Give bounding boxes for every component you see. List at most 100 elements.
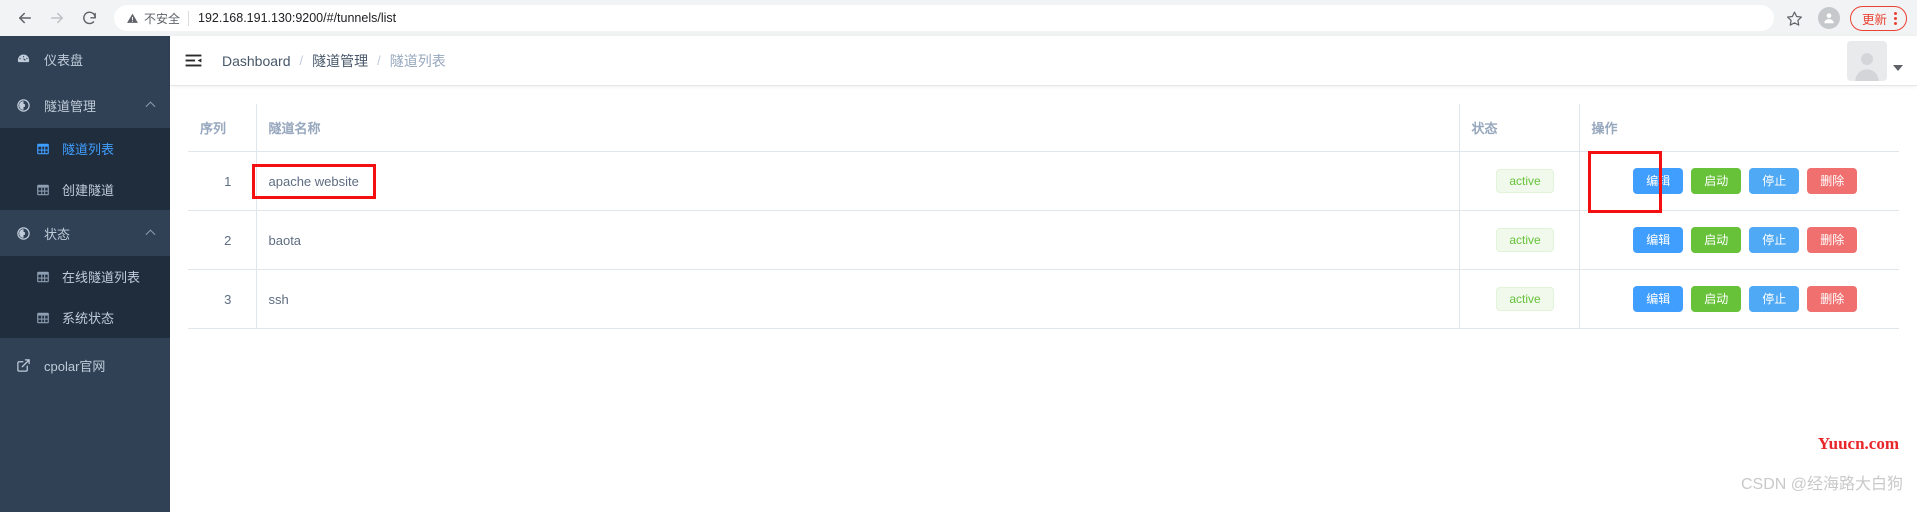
app-shell: 仪表盘 隧道管理 隧道列表 创建隧道 状态 在线隧道列表 系统状态 cpolar…: [0, 36, 1917, 512]
bookmark-star-button[interactable]: [1782, 5, 1808, 31]
sidebar-submenu-tunnel: 隧道列表 创建隧道: [0, 128, 170, 210]
tunnels-table-wrapper: 序列 隧道名称 状态 操作 1 apache website active 编辑…: [188, 104, 1899, 329]
delete-button[interactable]: 删除: [1807, 286, 1858, 312]
sidebar-item-dashboard[interactable]: 仪表盘: [0, 36, 170, 82]
sidebar-item-label: cpolar官网: [44, 358, 106, 374]
update-button[interactable]: 更新: [1849, 5, 1907, 31]
cell-status: active: [1458, 151, 1579, 211]
star-icon: [1787, 11, 1803, 26]
kebab-menu-icon[interactable]: [1894, 11, 1897, 25]
forward-button[interactable]: [42, 3, 72, 33]
browser-profile-button[interactable]: [1817, 7, 1840, 29]
column-header-name: 隧道名称: [255, 104, 1459, 152]
sidebar-item-label: 创建隧道: [62, 183, 115, 198]
operations-group: 编辑 启动 停止 删除: [1592, 286, 1900, 312]
profile-avatar-icon: [1824, 13, 1834, 24]
cell-operations: 编辑 启动 停止 删除: [1578, 151, 1899, 213]
stop-button[interactable]: 停止: [1749, 227, 1800, 253]
delete-button[interactable]: 删除: [1807, 168, 1858, 194]
cell-name: ssh: [255, 269, 1459, 329]
cell-name: baota: [255, 210, 1459, 270]
status-icon: [16, 226, 38, 241]
column-header-seq: 序列: [188, 104, 256, 152]
arrow-right-icon: [51, 12, 63, 24]
table-row: 1 apache website active 编辑 启动 停止 删除: [188, 151, 1899, 213]
sidebar-item-label: 隧道列表: [62, 142, 115, 157]
arrow-left-icon: [19, 12, 31, 24]
watermark-credit: CSDN @经海路大白狗: [1740, 476, 1903, 493]
grid-icon: [36, 142, 56, 156]
cell-status: active: [1458, 210, 1579, 270]
status-badge: active: [1496, 169, 1554, 193]
security-label: 不安全: [144, 11, 181, 26]
edit-button[interactable]: 编辑: [1633, 286, 1684, 312]
grid-icon: [36, 270, 56, 284]
chevron-up-icon: [145, 101, 156, 112]
breadcrumb-separator: /: [377, 53, 381, 68]
sidebar-item-cpolar-website[interactable]: cpolar官网: [0, 342, 170, 388]
topbar-right-group: [1847, 40, 1903, 81]
start-button[interactable]: 启动: [1691, 286, 1742, 312]
status-badge: active: [1496, 287, 1554, 311]
sidebar-item-tunnel-list[interactable]: 隧道列表: [0, 128, 170, 169]
breadcrumb-item-tunnel-management[interactable]: 隧道管理: [312, 51, 368, 71]
security-indicator[interactable]: 不安全: [126, 10, 180, 27]
sidebar-group-label: 隧道管理: [44, 98, 97, 114]
back-button[interactable]: [10, 3, 40, 33]
url-text: 192.168.191.130:9200/#/tunnels/list: [198, 11, 397, 25]
breadcrumb-item-dashboard[interactable]: Dashboard: [222, 53, 291, 69]
table-row: 3 ssh active 编辑 启动 停止 删除: [188, 269, 1900, 329]
cell-seq: 2: [188, 210, 256, 270]
browser-toolbar: 不安全 192.168.191.130:9200/#/tunnels/list …: [0, 0, 1917, 36]
reload-icon: [82, 11, 96, 24]
sidebar-item-create-tunnel[interactable]: 创建隧道: [0, 169, 170, 210]
cell-name: apache website: [251, 151, 1459, 211]
sidebar-item-system-status[interactable]: 系统状态: [0, 297, 170, 338]
column-header-status: 状态: [1458, 104, 1579, 152]
start-button[interactable]: 启动: [1691, 227, 1742, 253]
tunnels-table: 序列 隧道名称 状态 操作 1 apache website active 编辑…: [188, 104, 1899, 329]
reload-button[interactable]: [74, 3, 104, 33]
tunnel-name: ssh: [268, 291, 289, 307]
sidebar-group-label: 状态: [44, 226, 71, 242]
avatar[interactable]: [1847, 40, 1887, 81]
warning-triangle-icon: [127, 13, 138, 23]
sidebar-item-label: 系统状态: [62, 311, 115, 326]
table-head: 序列 隧道名称 状态 操作: [188, 104, 1899, 152]
hamburger-fold-icon[interactable]: [182, 50, 204, 72]
breadcrumb-separator: /: [299, 53, 304, 68]
delete-button[interactable]: 删除: [1807, 227, 1858, 253]
user-avatar-icon: [1855, 52, 1879, 81]
sidebar-submenu-status: 在线隧道列表 系统状态: [0, 256, 170, 338]
update-label: 更新: [1861, 12, 1887, 27]
stop-button[interactable]: 停止: [1749, 168, 1800, 194]
breadcrumb: Dashboard / 隧道管理 / 隧道列表: [222, 51, 446, 71]
omnibox-divider: [188, 10, 190, 26]
dashboard-icon: [16, 52, 38, 67]
sidebar-group-tunnel-management[interactable]: 隧道管理: [0, 82, 170, 128]
sidebar-item-label: 在线隧道列表: [62, 270, 141, 285]
cell-operations: 编辑 启动 停止 删除: [1578, 210, 1899, 270]
table-body: 1 apache website active 编辑 启动 停止 删除 2 ba…: [188, 151, 1900, 329]
sidebar-item-online-tunnel-list[interactable]: 在线隧道列表: [0, 256, 170, 297]
stop-button[interactable]: 停止: [1749, 286, 1800, 312]
tunnel-name: baota: [268, 232, 302, 248]
start-button[interactable]: 启动: [1691, 168, 1742, 194]
external-link-icon: [16, 358, 38, 373]
edit-button[interactable]: 编辑: [1633, 168, 1684, 194]
cell-seq: 1: [188, 151, 256, 211]
chevron-up-icon: [145, 229, 156, 240]
grid-icon: [36, 183, 56, 197]
edit-button[interactable]: 编辑: [1633, 227, 1684, 253]
breadcrumb-item-tunnel-list: 隧道列表: [389, 52, 446, 69]
address-bar[interactable]: 不安全 192.168.191.130:9200/#/tunnels/list: [114, 5, 1774, 31]
tunnel-icon: [16, 98, 38, 113]
sidebar-group-status[interactable]: 状态: [0, 210, 170, 256]
grid-icon: [36, 311, 56, 325]
main-area: Dashboard / 隧道管理 / 隧道列表 序列 隧道名称 状态 操作 1 …: [170, 36, 1917, 512]
caret-down-icon[interactable]: [1893, 64, 1903, 71]
column-header-operations: 操作: [1578, 104, 1899, 152]
table-row: 2 baota active 编辑 启动 停止 删除: [188, 210, 1899, 270]
top-navbar: Dashboard / 隧道管理 / 隧道列表: [170, 36, 1917, 86]
cell-operations: 编辑 启动 停止 删除: [1578, 269, 1900, 329]
